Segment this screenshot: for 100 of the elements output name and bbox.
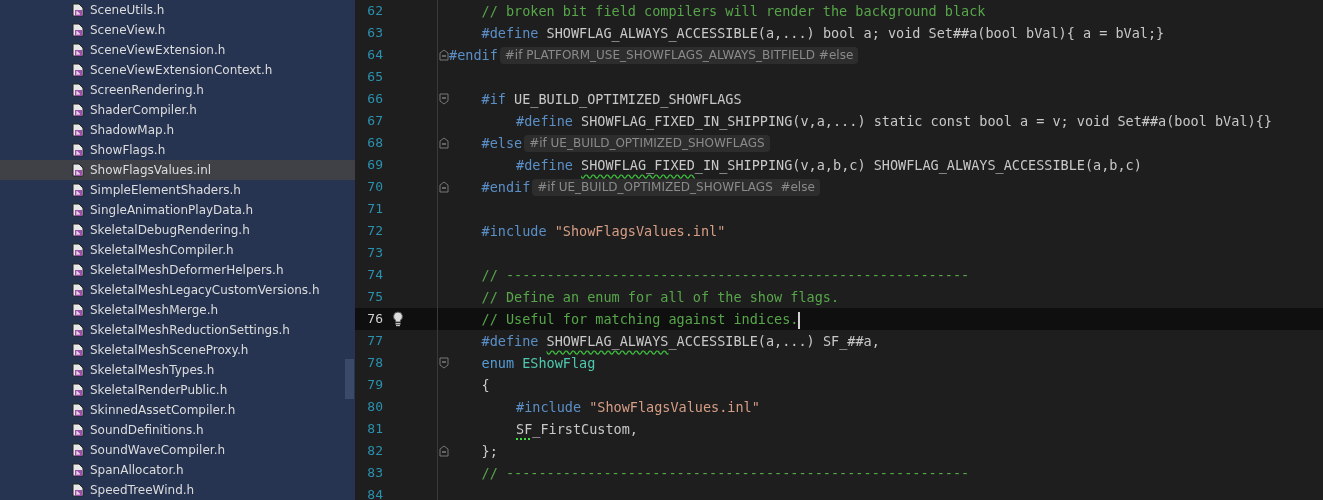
fold-collapse-icon[interactable]	[438, 93, 449, 105]
file-tree-item[interactable]: SpeedTreeWind.h	[0, 480, 355, 500]
file-tree-item[interactable]: SpanAllocator.h	[0, 460, 355, 480]
file-tree-item[interactable]: SoundDefinitions.h	[0, 420, 355, 440]
file-tree-item[interactable]: SkeletalRenderPublic.h	[0, 380, 355, 400]
code-text: // Define an enum for all of the show flags.	[481, 288, 840, 307]
file-tree-item[interactable]: SkeletalMeshCompiler.h	[0, 240, 355, 260]
header-file-icon	[72, 223, 84, 237]
line-number: 76	[366, 310, 383, 329]
line-number: 68	[366, 134, 383, 153]
file-tree-item[interactable]: SkeletalDebugRendering.h	[0, 220, 355, 240]
line-number: 64	[366, 46, 383, 65]
code-text: #define SHOWFLAG_FIXED_IN_SHIPPING(v,a,...) static const bool a = v; void Set##a(bool bVal){}	[516, 112, 1272, 132]
code-text: #include "ShowFlagsValues.inl"	[516, 398, 760, 417]
file-tree-item[interactable]: SoundWaveCompiler.h	[0, 440, 355, 460]
line-number: 66	[366, 90, 383, 109]
line-number: 82	[366, 442, 383, 461]
header-file-icon	[72, 283, 84, 297]
line-number: 70	[366, 178, 383, 197]
code-text: };	[481, 442, 498, 461]
line-number: 84	[366, 486, 383, 500]
code-text: #define SHOWFLAG_ALWAYS_ACCESSIBLE(a,...) bool a; void Set##a(bool bVal){ a = bVal;}	[481, 24, 1165, 44]
file-tree-item[interactable]: SceneView.h	[0, 20, 355, 40]
scrollbar-thumb[interactable]	[345, 359, 354, 399]
header-file-icon	[72, 423, 84, 437]
line-number: 80	[366, 398, 383, 417]
header-file-icon	[72, 463, 84, 477]
line-number: 79	[366, 376, 383, 395]
code-text: #define SHOWFLAG_ALWAYS_ACCESSIBLE(a,...) SF_##a,	[481, 332, 880, 352]
file-tree-item[interactable]: SceneViewExtension.h	[0, 40, 355, 60]
header-file-icon	[72, 323, 84, 337]
file-tree-item[interactable]: SceneUtils.h	[0, 0, 355, 20]
header-file-icon	[72, 383, 84, 397]
file-tree-item[interactable]: ScreenRendering.h	[0, 80, 355, 100]
header-file-icon	[72, 3, 84, 17]
header-file-icon	[72, 163, 84, 177]
lightbulb-icon[interactable]	[392, 311, 404, 327]
file-tree-item[interactable]: SkeletalMeshReductionSettings.h	[0, 320, 355, 340]
code-text: {	[481, 376, 490, 395]
fold-end-icon[interactable]	[438, 137, 449, 149]
code-text: // ---------------------------------------------------------	[481, 464, 970, 483]
file-tree-item[interactable]: SkinnedAssetCompiler.h	[0, 400, 355, 420]
code-text: #include "ShowFlagsValues.inl"	[481, 222, 726, 241]
inline-hint: #if UE_BUILD_OPTIMIZED_SHOWFLAGS	[524, 134, 770, 152]
code-text: #endif	[449, 46, 498, 65]
code-text: #if UE_BUILD_OPTIMIZED_SHOWFLAGS	[481, 90, 742, 110]
file-tree-item[interactable]: SceneViewExtensionContext.h	[0, 60, 355, 80]
line-number: 65	[366, 68, 383, 87]
line-number: 63	[366, 24, 383, 43]
line-number: 73	[366, 244, 383, 263]
inline-hint: #if PLATFORM_USE_SHOWFLAGS_ALWAYS_BITFIELD #else	[499, 46, 859, 64]
line-number: 83	[366, 464, 383, 483]
header-file-icon	[72, 243, 84, 257]
file-tree-item[interactable]: SimpleElementShaders.h	[0, 180, 355, 200]
file-tree-item[interactable]: SkeletalMeshSceneProxy.h	[0, 340, 355, 360]
line-number: 78	[366, 354, 383, 373]
code-text: #endif	[481, 178, 531, 197]
file-tree-item[interactable]: SkeletalMeshLegacyCustomVersions.h	[0, 280, 355, 300]
header-file-icon	[72, 343, 84, 357]
header-file-icon	[72, 43, 84, 57]
code-text: // broken bit field compilers will render the background black	[481, 2, 986, 21]
fold-end-icon[interactable]	[438, 181, 449, 193]
header-file-icon	[72, 183, 84, 197]
file-tree-item[interactable]: ShowFlagsValues.inl	[0, 160, 355, 180]
header-file-icon	[72, 123, 84, 137]
line-number: 74	[366, 266, 383, 285]
line-number: 81	[366, 420, 383, 439]
file-tree-item[interactable]: SkeletalMeshTypes.h	[0, 360, 355, 380]
fold-end-icon[interactable]	[438, 49, 449, 61]
file-tree-item[interactable]: SkeletalMeshDeformerHelpers.h	[0, 260, 355, 280]
line-number: 62	[366, 2, 383, 21]
header-file-icon	[72, 103, 84, 117]
header-file-icon	[72, 483, 84, 497]
line-number: 67	[366, 112, 383, 131]
line-number: 77	[366, 332, 383, 351]
code-text: enum EShowFlag	[481, 354, 596, 373]
file-tree-item[interactable]: SkeletalMeshMerge.h	[0, 300, 355, 320]
fold-end-icon[interactable]	[438, 445, 449, 457]
file-tree-item[interactable]: ShadowMap.h	[0, 120, 355, 140]
code-text: #define SHOWFLAG_FIXED_IN_SHIPPING(v,a,b,c) SHOWFLAG_ALWAYS_ACCESSIBLE(a,b,c)	[516, 156, 1142, 176]
header-file-icon	[72, 143, 84, 157]
file-tree-item[interactable]: ShaderCompiler.h	[0, 100, 355, 120]
line-number: 72	[366, 222, 383, 241]
fold-collapse-icon[interactable]	[438, 357, 449, 369]
code-text: // Useful for matching against indices.	[481, 310, 801, 330]
header-file-icon	[72, 83, 84, 97]
header-file-icon	[72, 303, 84, 317]
line-number: 75	[366, 288, 383, 307]
header-file-icon	[72, 203, 84, 217]
header-file-icon	[72, 403, 84, 417]
file-tree-item[interactable]: SingleAnimationPlayData.h	[0, 200, 355, 220]
header-file-icon	[72, 263, 84, 277]
header-file-icon	[72, 363, 84, 377]
header-file-icon	[72, 443, 84, 457]
code-text: SF_FirstCustom,	[516, 420, 638, 440]
header-file-icon	[72, 63, 84, 77]
file-tree-item[interactable]: ShowFlags.h	[0, 140, 355, 160]
code-text: // ---------------------------------------------------------	[481, 266, 970, 285]
code-text: #else	[481, 134, 523, 153]
line-number: 69	[366, 156, 383, 175]
